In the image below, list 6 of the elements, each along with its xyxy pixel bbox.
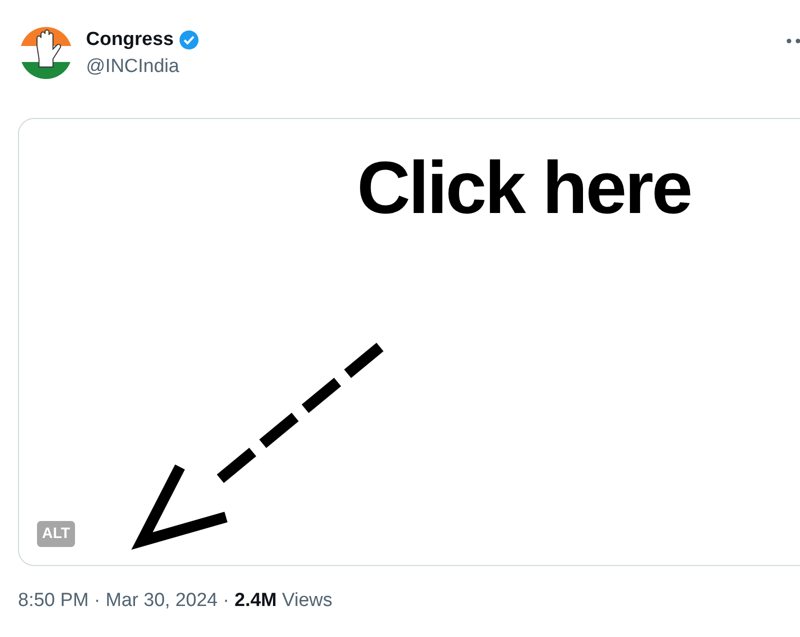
more-icon[interactable] <box>786 38 800 44</box>
author-handle[interactable]: @INCIndia <box>86 56 199 78</box>
tweet-meta: 8:50 PM · Mar 30, 2024 · 2.4M Views <box>18 590 332 611</box>
author-name[interactable]: Congress <box>86 29 174 51</box>
avatar-icon[interactable] <box>20 26 72 80</box>
image-headline: Click here <box>357 151 691 225</box>
